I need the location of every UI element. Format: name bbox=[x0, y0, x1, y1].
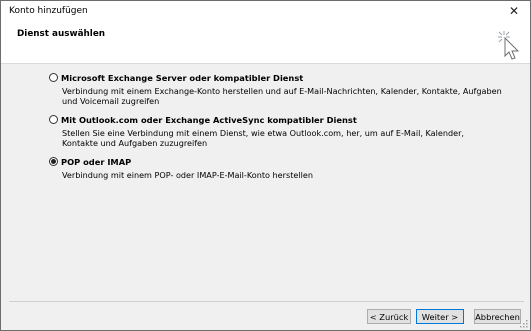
cursor-sparkle-icon bbox=[498, 31, 520, 60]
option-description: Verbindung mit einem POP- oder IMAP-E-Ma… bbox=[62, 170, 313, 180]
title-bar: Konto hinzufügen ✕ bbox=[1, 1, 530, 21]
footer-divider bbox=[9, 301, 524, 302]
close-button[interactable]: ✕ bbox=[500, 2, 528, 20]
radio-pop-imap[interactable] bbox=[49, 157, 58, 166]
option-label: Mit Outlook.com oder Exchange ActiveSync… bbox=[61, 114, 357, 125]
option-exchange[interactable]: Microsoft Exchange Server oder kompatibl… bbox=[49, 71, 509, 106]
radio-exchange[interactable] bbox=[49, 73, 58, 82]
option-label: POP oder IMAP bbox=[61, 156, 132, 167]
page-title: Dienst auswählen bbox=[17, 29, 106, 39]
close-icon: ✕ bbox=[508, 4, 520, 18]
option-description: Stellen Sie eine Verbindung mit einem Di… bbox=[62, 128, 465, 148]
next-button[interactable]: Weiter > bbox=[416, 309, 464, 324]
window-title: Konto hinzufügen bbox=[9, 6, 88, 16]
header-panel: Dienst auswählen bbox=[1, 21, 530, 64]
option-pop-imap[interactable]: POP oder IMAP Verbindung mit einem POP- … bbox=[49, 155, 509, 180]
cancel-button[interactable]: Abbrechen bbox=[474, 309, 521, 324]
option-label: Microsoft Exchange Server oder kompatibl… bbox=[61, 72, 304, 83]
option-description: Verbindung mit einem Exchange-Konto hers… bbox=[62, 86, 502, 106]
add-account-dialog: Konto hinzufügen ✕ Dienst auswählen Micr… bbox=[0, 0, 531, 331]
resize-grip-icon[interactable] bbox=[520, 320, 528, 328]
option-outlook-activesync[interactable]: Mit Outlook.com oder Exchange ActiveSync… bbox=[49, 113, 509, 148]
back-button[interactable]: < Zurück bbox=[367, 309, 411, 324]
radio-outlook-activesync[interactable] bbox=[49, 115, 58, 124]
radio-selected-dot bbox=[51, 159, 56, 164]
service-options: Microsoft Exchange Server oder kompatibl… bbox=[49, 71, 509, 187]
